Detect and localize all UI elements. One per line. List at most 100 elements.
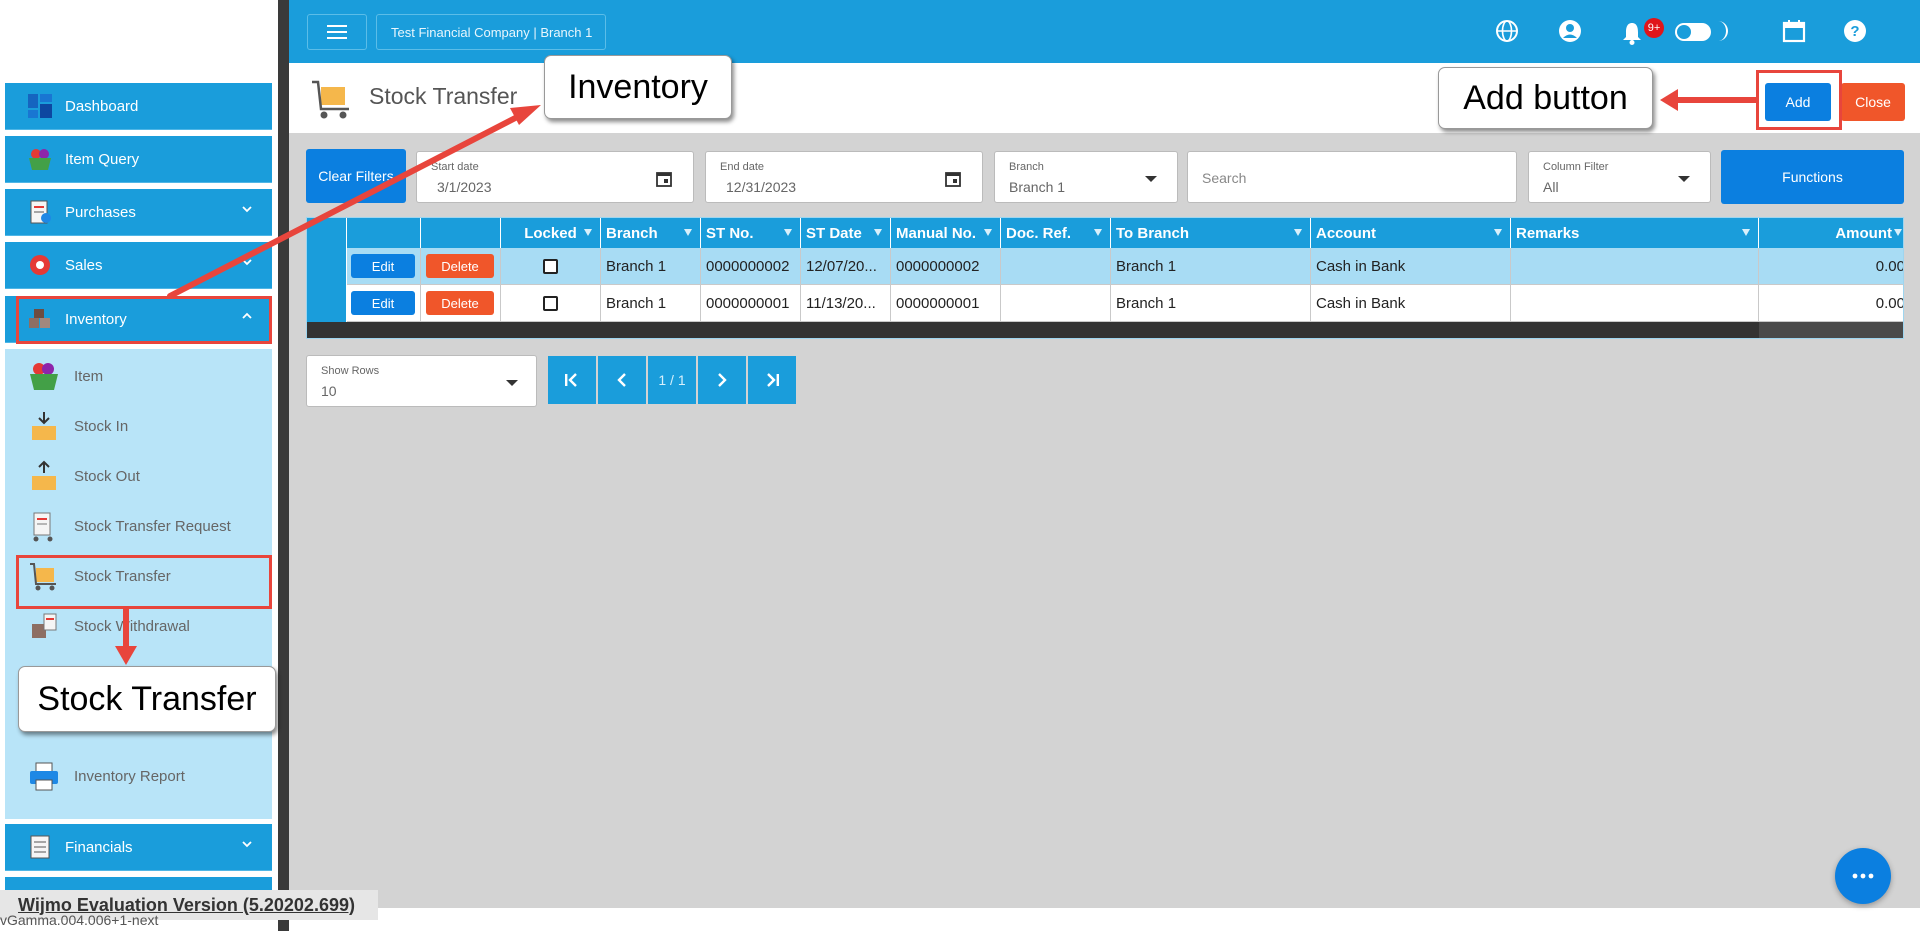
branch-select[interactable]: Branch Branch 1 bbox=[994, 151, 1178, 203]
grid-corner bbox=[307, 218, 347, 248]
start-date-field[interactable]: Start date 3/1/2023 bbox=[416, 151, 694, 203]
last-page-button[interactable] bbox=[748, 356, 796, 404]
highlight-inventory-menu bbox=[16, 296, 272, 344]
search-input[interactable]: Search bbox=[1187, 151, 1517, 203]
branch-cell: Branch 1 bbox=[601, 285, 701, 322]
sidebar-item-financials[interactable]: Financials bbox=[5, 824, 272, 871]
filter-icon[interactable] bbox=[984, 229, 992, 236]
box-out-icon bbox=[28, 460, 60, 492]
basket-icon bbox=[28, 360, 60, 392]
chevron-left-icon bbox=[617, 373, 626, 387]
scrollbar-thumb[interactable] bbox=[1759, 322, 1903, 338]
sidebar-item-purchases[interactable]: Purchases bbox=[5, 189, 272, 236]
filter-icon[interactable] bbox=[584, 229, 592, 236]
show-rows-select[interactable]: Show Rows 10 bbox=[306, 355, 537, 407]
callout-inventory: Inventory bbox=[544, 55, 732, 119]
caret-down-icon bbox=[506, 380, 518, 386]
grid-col-account[interactable]: Account bbox=[1311, 218, 1511, 248]
clear-filters-button[interactable]: Clear Filters bbox=[306, 149, 406, 203]
show-rows-value: 10 bbox=[321, 383, 337, 399]
filter-icon[interactable] bbox=[1494, 229, 1502, 236]
filter-icon[interactable] bbox=[1742, 229, 1750, 236]
highlight-add-button bbox=[1756, 70, 1842, 130]
delete-button[interactable]: Delete bbox=[426, 254, 494, 278]
sidebar-subitem-stock-withdrawal[interactable]: Stock Withdrawal bbox=[5, 603, 272, 649]
end-date-label: End date bbox=[720, 161, 765, 173]
locked-checkbox[interactable] bbox=[543, 259, 558, 274]
page-indicator: 1 / 1 bbox=[648, 356, 696, 404]
amount-cell: 0.00 bbox=[1875, 295, 1904, 312]
locked-checkbox[interactable] bbox=[543, 296, 558, 311]
sidebar: Dashboard Item Query Purchases Sales Inv… bbox=[0, 0, 278, 931]
globe-icon[interactable] bbox=[1494, 18, 1520, 44]
help-icon[interactable]: ? bbox=[1842, 18, 1868, 44]
sidebar-subitem-label: Stock Transfer Request bbox=[74, 517, 231, 535]
grid-horizontal-scrollbar[interactable] bbox=[307, 322, 1903, 338]
page-title: Stock Transfer bbox=[369, 83, 518, 109]
calendar-icon[interactable] bbox=[1781, 18, 1807, 44]
sidebar-subitem-inventory-report[interactable]: Inventory Report bbox=[5, 753, 272, 799]
filter-icon[interactable] bbox=[684, 229, 692, 236]
edit-button[interactable]: Edit bbox=[351, 254, 415, 278]
sidebar-subitem-label: Inventory Report bbox=[74, 767, 185, 785]
branch-label: Branch bbox=[1009, 161, 1044, 173]
sidebar-subitem-stock-out[interactable]: Stock Out bbox=[5, 453, 272, 499]
table-row[interactable]: Edit Delete Branch 1 0000000002 12/07/20… bbox=[307, 248, 1903, 285]
edit-button[interactable]: Edit bbox=[351, 291, 415, 315]
trolley-icon bbox=[28, 510, 60, 542]
bell-icon[interactable] bbox=[1619, 20, 1645, 46]
prev-page-button[interactable] bbox=[598, 356, 646, 404]
filter-icon[interactable] bbox=[1894, 229, 1902, 236]
app-root: Dashboard Item Query Purchases Sales Inv… bbox=[0, 0, 1920, 931]
row-header[interactable] bbox=[307, 248, 347, 285]
column-title: ST No. bbox=[706, 224, 754, 242]
close-button[interactable]: Close bbox=[1841, 83, 1905, 121]
delete-button[interactable]: Delete bbox=[426, 291, 494, 315]
calendar-icon[interactable] bbox=[655, 170, 673, 188]
sidebar-scrollbar[interactable] bbox=[278, 0, 289, 931]
menu-toggle-button[interactable] bbox=[307, 14, 367, 50]
more-actions-button[interactable] bbox=[1835, 848, 1891, 904]
manual-no-cell: 0000000001 bbox=[891, 285, 1001, 322]
filter-icon[interactable] bbox=[874, 229, 882, 236]
last-page-icon bbox=[767, 373, 779, 387]
grid-col-remarks[interactable]: Remarks bbox=[1511, 218, 1759, 248]
filter-icon[interactable] bbox=[1294, 229, 1302, 236]
grid-col-manual-no[interactable]: Manual No. bbox=[891, 218, 1001, 248]
grid-col-st-date[interactable]: ST Date bbox=[801, 218, 891, 248]
functions-button[interactable]: Functions bbox=[1721, 150, 1904, 204]
edit-cell: Edit bbox=[347, 285, 421, 322]
next-page-button[interactable] bbox=[698, 356, 746, 404]
app-version: vGamma.004.006+1-next bbox=[0, 912, 159, 928]
sidebar-subitem-stock-transfer-request[interactable]: Stock Transfer Request bbox=[5, 503, 272, 549]
st-no-cell: 0000000002 bbox=[701, 248, 801, 285]
caret-down-icon bbox=[1145, 176, 1157, 182]
grid-col-st-no[interactable]: ST No. bbox=[701, 218, 801, 248]
row-header[interactable] bbox=[307, 285, 347, 322]
column-title: Doc. Ref. bbox=[1006, 224, 1072, 242]
sidebar-subitem-item[interactable]: Item bbox=[5, 353, 272, 399]
user-account-icon[interactable] bbox=[1557, 18, 1583, 44]
sidebar-item-sales[interactable]: Sales bbox=[5, 242, 272, 289]
grid-col-to-branch[interactable]: To Branch bbox=[1111, 218, 1311, 248]
grid-col-locked[interactable]: Locked bbox=[501, 218, 601, 248]
filter-icon[interactable] bbox=[1094, 229, 1102, 236]
grid-col-doc-ref[interactable]: Doc. Ref. bbox=[1001, 218, 1111, 248]
calendar-icon[interactable] bbox=[944, 170, 962, 188]
sidebar-item-item-query[interactable]: Item Query bbox=[5, 136, 272, 183]
theme-toggle[interactable] bbox=[1675, 23, 1711, 41]
filter-icon[interactable] bbox=[784, 229, 792, 236]
start-date-value: 3/1/2023 bbox=[437, 179, 492, 195]
st-no-cell: 0000000001 bbox=[701, 285, 801, 322]
column-title: To Branch bbox=[1116, 224, 1190, 242]
grid-col-branch[interactable]: Branch bbox=[601, 218, 701, 248]
grid-col-amount[interactable]: Amount bbox=[1759, 218, 1903, 248]
first-page-button[interactable] bbox=[548, 356, 596, 404]
end-date-field[interactable]: End date 12/31/2023 bbox=[705, 151, 983, 203]
column-filter-select[interactable]: Column Filter All bbox=[1528, 151, 1711, 203]
ledger-icon bbox=[27, 834, 53, 860]
sidebar-item-dashboard[interactable]: Dashboard bbox=[5, 83, 272, 130]
table-row[interactable]: Edit Delete Branch 1 0000000001 11/13/20… bbox=[307, 285, 1903, 322]
sidebar-subitem-stock-in[interactable]: Stock In bbox=[5, 403, 272, 449]
company-selector[interactable]: Test Financial Company | Branch 1 bbox=[376, 14, 606, 50]
